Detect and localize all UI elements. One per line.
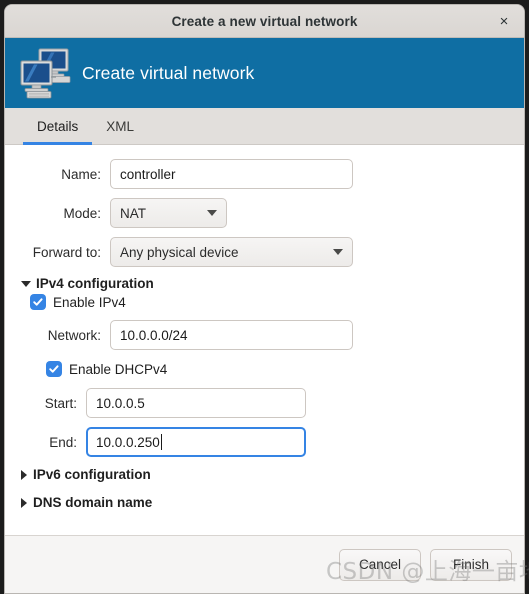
text-cursor [160,434,162,450]
tab-details[interactable]: Details [23,108,93,145]
name-label: Name: [61,166,101,182]
dns-domain-name-label: DNS domain name [33,495,153,510]
create-virtual-network-dialog: Create a new virtual network × Create vi… [4,4,525,594]
end-row: End: 10.0.0.250 [21,427,508,457]
cancel-button[interactable]: Cancel [339,548,421,581]
two-monitors-network-icon [18,47,74,99]
start-label: Start: [44,395,77,411]
network-label: Network: [47,327,101,343]
ipv6-configuration-expander[interactable]: IPv6 configuration [21,467,508,482]
dialog-action-bar: Cancel Finish [5,535,524,593]
ipv6-configuration-label: IPv6 configuration [33,467,151,482]
mode-label: Mode: [63,205,101,221]
forward-to-row: Forward to: Any physical device [21,237,508,267]
header-title: Create virtual network [82,62,255,83]
ipv4-configuration-label: IPv4 configuration [36,276,154,291]
network-input[interactable]: 10.0.0.0/24 [110,320,353,350]
enable-ipv4-checkbox-row[interactable]: Enable IPv4 [30,294,508,310]
dns-domain-name-expander[interactable]: DNS domain name [21,495,508,510]
check-icon [33,298,43,306]
tab-bar: Details XML [5,108,524,145]
start-input[interactable]: 10.0.0.5 [86,388,306,418]
triangle-right-icon [21,497,27,508]
forward-to-label: Forward to: [32,244,101,260]
titlebar: Create a new virtual network × [5,5,524,38]
end-input-value: 10.0.0.250 [96,434,160,450]
triangle-down-icon [21,280,31,287]
enable-dhcpv4-label: Enable DHCPv4 [69,361,168,377]
name-row: Name: controller [21,159,508,189]
forward-to-select-value: Any physical device [120,244,239,260]
enable-dhcpv4-checkbox-row[interactable]: Enable DHCPv4 [46,361,508,377]
start-row: Start: 10.0.0.5 [21,388,508,418]
end-label: End: [49,434,77,450]
tab-xml[interactable]: XML [92,108,148,144]
chevron-down-icon [207,210,217,216]
mode-row: Mode: NAT [21,198,508,228]
enable-dhcpv4-checkbox[interactable] [46,361,62,377]
network-row: Network: 10.0.0.0/24 [21,320,508,350]
finish-button[interactable]: Finish [430,548,512,581]
ipv4-configuration-expander[interactable]: IPv4 configuration [21,276,508,291]
close-icon[interactable]: × [492,9,516,33]
check-icon [49,365,59,373]
enable-ipv4-label: Enable IPv4 [53,294,126,310]
chevron-down-icon [333,249,343,255]
details-form: Name: controller Mode: NAT Forward to: A… [5,145,524,535]
enable-ipv4-checkbox[interactable] [30,294,46,310]
forward-to-select[interactable]: Any physical device [110,237,353,267]
end-input[interactable]: 10.0.0.250 [86,427,306,457]
dialog-header: Create virtual network [5,38,524,108]
triangle-right-icon [21,469,27,480]
mode-select[interactable]: NAT [110,198,227,228]
mode-select-value: NAT [120,205,146,221]
window-title: Create a new virtual network [171,13,358,29]
name-input[interactable]: controller [110,159,353,189]
